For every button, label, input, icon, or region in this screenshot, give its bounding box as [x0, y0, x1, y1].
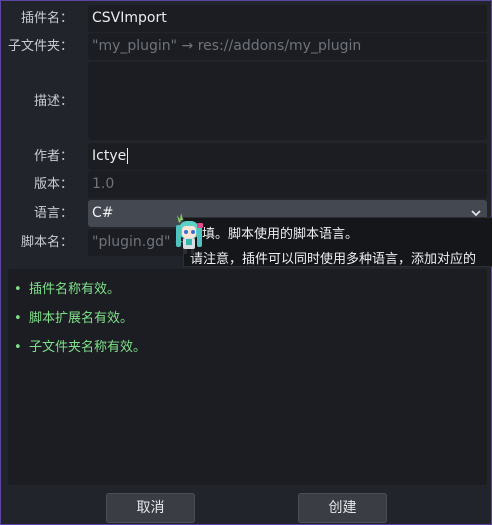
language-value: C#: [92, 205, 114, 221]
script-name-label: 脚本名：: [20, 235, 73, 250]
validation-item: • 子文件夹名称有效。: [14, 336, 146, 355]
description-textarea[interactable]: [88, 62, 487, 140]
cancel-button[interactable]: 取消: [106, 493, 195, 523]
create-plugin-dialog: 插件名： CSVImport 子文件夹： "my_plugin" → res:/…: [0, 0, 492, 525]
create-button[interactable]: 创建: [298, 493, 387, 523]
subfolder-label: 子文件夹：: [7, 39, 73, 54]
description-label: 描述：: [33, 94, 73, 109]
tooltip-line-1: 填。脚本使用的脚本语言。: [202, 227, 359, 242]
validation-item: • 脚本扩展名有效。: [14, 307, 133, 326]
bullet: •: [14, 282, 22, 297]
text-caret: [127, 148, 129, 164]
subfolder-input[interactable]: "my_plugin" → res://addons/my_plugin: [88, 33, 487, 60]
mascot-icon: [171, 211, 207, 255]
author-label: 作者：: [33, 149, 73, 164]
version-input[interactable]: 1.0: [88, 171, 487, 198]
author-value: Ictye: [92, 148, 127, 164]
validation-panel: • 插件名称有效。 • 脚本扩展名有效。 • 子文件夹名称有效。: [8, 269, 487, 485]
bullet: •: [14, 311, 22, 326]
validation-item: • 插件名称有效。: [14, 278, 120, 297]
validation-text: 插件名称有效。: [29, 282, 121, 297]
author-input[interactable]: Ictye: [88, 143, 487, 170]
validation-text: 子文件夹名称有效。: [29, 340, 147, 355]
subfolder-placeholder: "my_plugin" → res://addons/my_plugin: [92, 38, 362, 54]
plugin-name-value: CSVImport: [92, 10, 167, 26]
version-placeholder: 1.0: [92, 176, 115, 192]
plugin-name-input[interactable]: CSVImport: [88, 5, 487, 32]
version-label: 版本：: [33, 177, 73, 192]
plugin-name-label: 插件名：: [20, 11, 73, 26]
validation-text: 脚本扩展名有效。: [29, 311, 134, 326]
tooltip: 填。脚本使用的脚本语言。 请注意，插件可以同时使用多种语言，添加对应的: [183, 217, 492, 267]
language-label: 语言：: [33, 206, 73, 221]
tooltip-line-2: 请注意，插件可以同时使用多种语言，添加对应的: [190, 252, 477, 267]
bullet: •: [14, 340, 22, 355]
